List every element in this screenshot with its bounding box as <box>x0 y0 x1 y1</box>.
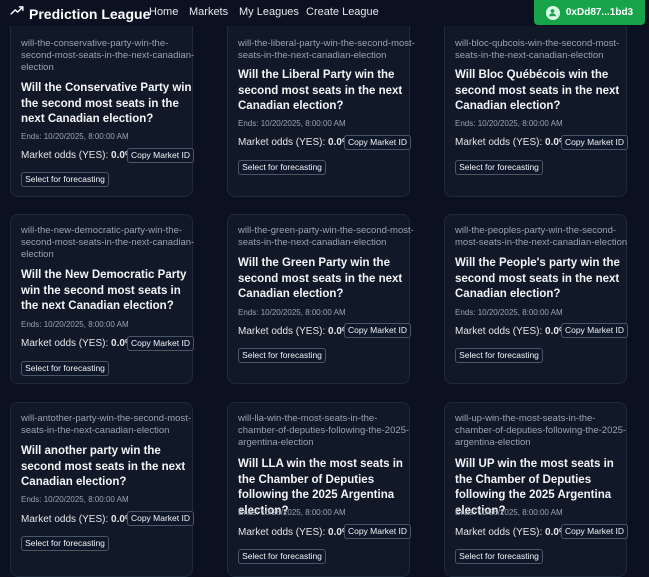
market-end-date: Ends: 10/20/2025, 8:00:00 AM <box>238 308 346 317</box>
market-odds: Market odds (YES): 0.0% <box>238 527 351 538</box>
user-icon <box>545 5 560 20</box>
copy-market-id-button[interactable]: Copy Market ID <box>127 511 194 526</box>
market-question: Will Bloc Québécois win the second most … <box>455 69 620 112</box>
market-card: will-lla-win-the-most-seats-in-the-chamb… <box>227 402 411 577</box>
select-for-forecasting-button[interactable]: Select for forecasting <box>455 348 543 363</box>
nav-link-home[interactable]: Home <box>149 6 178 19</box>
market-slug: will-antother-party-win-the-second-most-… <box>21 413 191 436</box>
market-end-date: Ends: 10/20/2025, 8:00:00 AM <box>21 320 129 329</box>
market-slug: will-lla-win-the-most-seats-in-the-chamb… <box>238 413 410 448</box>
market-odds: Market odds (YES): 0.0% <box>21 338 134 349</box>
nav-link-create-league[interactable]: Create League <box>306 6 379 19</box>
market-slug: will-the-green-party-win-the-second-most… <box>238 225 414 248</box>
market-card: will-the-new-democratic-party-win-the-se… <box>10 214 194 384</box>
market-slug: will-bloc-qubcois-win-the-second-most-se… <box>455 38 620 61</box>
trending-up-icon <box>10 4 24 23</box>
market-card: will-antother-party-win-the-second-most-… <box>10 402 194 577</box>
market-slug: will-the-new-democratic-party-win-the-se… <box>21 225 195 260</box>
brand-name: Prediction League <box>29 5 151 22</box>
market-card: will-the-conservative-party-win-the-seco… <box>10 13 194 197</box>
select-for-forecasting-button[interactable]: Select for forecasting <box>455 160 543 175</box>
nav-link-markets[interactable]: Markets <box>189 6 228 19</box>
select-for-forecasting-button[interactable]: Select for forecasting <box>238 549 326 564</box>
market-odds: Market odds (YES): 0.0% <box>455 326 568 337</box>
market-odds: Market odds (YES): 0.0% <box>21 514 134 525</box>
wallet-button[interactable]: 0xDd87...1bd3 <box>534 0 645 25</box>
market-odds: Market odds (YES): 0.0% <box>238 326 351 337</box>
market-question: Will the People's party win the second m… <box>455 257 620 300</box>
market-question: Will another party win the second most s… <box>21 445 186 488</box>
nav-link-my-leagues[interactable]: My Leagues <box>239 6 299 19</box>
market-end-date: Ends: 10/20/2025, 8:00:00 AM <box>455 119 563 128</box>
market-odds: Market odds (YES): 0.0% <box>455 137 568 148</box>
select-for-forecasting-button[interactable]: Select for forecasting <box>21 536 109 551</box>
select-for-forecasting-button[interactable]: Select for forecasting <box>21 172 109 187</box>
market-end-date: Ends: 10/20/2025, 8:00:00 AM <box>21 495 129 504</box>
copy-market-id-button[interactable]: Copy Market ID <box>344 323 411 338</box>
copy-market-id-button[interactable]: Copy Market ID <box>127 148 194 163</box>
market-end-date: Ends: 10/26/2025, 8:00:00 AM <box>455 508 563 517</box>
select-for-forecasting-button[interactable]: Select for forecasting <box>238 160 326 175</box>
market-slug: will-the-liberal-party-win-the-second-mo… <box>238 38 415 61</box>
market-question: Will the Liberal Party win the second mo… <box>238 69 403 112</box>
market-odds: Market odds (YES): 0.0% <box>455 527 568 538</box>
market-card: will-the-liberal-party-win-the-second-mo… <box>227 13 415 197</box>
market-question: Will the Conservative Party win the seco… <box>21 82 192 125</box>
top-navbar: Prediction League Home Markets My League… <box>0 0 649 26</box>
market-card: will-the-green-party-win-the-second-most… <box>227 214 414 384</box>
wallet-address: 0xDd87...1bd3 <box>565 7 634 18</box>
brand[interactable]: Prediction League <box>10 4 150 23</box>
select-for-forecasting-button[interactable]: Select for forecasting <box>455 549 543 564</box>
market-slug: will-the-peoples-party-win-the-second-mo… <box>455 225 628 248</box>
market-end-date: Ends: 10/20/2025, 8:00:00 AM <box>238 119 346 128</box>
market-question: Will the New Democratic Party win the se… <box>21 269 187 312</box>
copy-market-id-button[interactable]: Copy Market ID <box>561 524 628 539</box>
copy-market-id-button[interactable]: Copy Market ID <box>561 135 628 150</box>
market-end-date: Ends: 10/26/2025, 8:00:00 AM <box>238 508 346 517</box>
select-for-forecasting-button[interactable]: Select for forecasting <box>238 348 326 363</box>
market-card: will-up-win-the-most-seats-in-the-chambe… <box>444 402 628 577</box>
copy-market-id-button[interactable]: Copy Market ID <box>127 336 194 351</box>
market-slug: will-the-conservative-party-win-the-seco… <box>21 38 195 73</box>
select-for-forecasting-button[interactable]: Select for forecasting <box>21 361 109 376</box>
market-question: Will the Green Party win the second most… <box>238 257 403 300</box>
copy-market-id-button[interactable]: Copy Market ID <box>561 323 628 338</box>
market-odds: Market odds (YES): 0.0% <box>21 150 134 161</box>
market-end-date: Ends: 10/20/2025, 8:00:00 AM <box>21 132 129 141</box>
copy-market-id-button[interactable]: Copy Market ID <box>344 524 411 539</box>
market-end-date: Ends: 10/20/2025, 8:00:00 AM <box>455 308 563 317</box>
market-slug: will-up-win-the-most-seats-in-the-chambe… <box>455 413 627 448</box>
market-card: will-bloc-qubcois-win-the-second-most-se… <box>444 13 628 197</box>
copy-market-id-button[interactable]: Copy Market ID <box>344 135 411 150</box>
market-odds: Market odds (YES): 0.0% <box>238 137 351 148</box>
market-card: will-the-peoples-party-win-the-second-mo… <box>444 214 628 384</box>
